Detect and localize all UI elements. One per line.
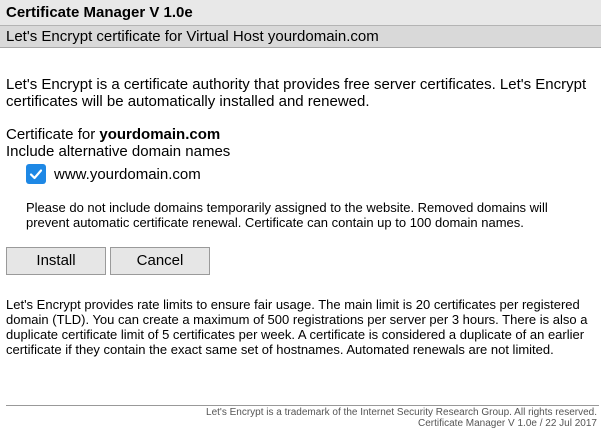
domain-note: Please do not include domains temporaril… <box>26 200 548 230</box>
footer-divider <box>6 405 599 406</box>
title-bar: Certificate Manager V 1.0e <box>0 0 601 26</box>
install-button[interactable]: Install <box>6 247 106 275</box>
check-icon <box>29 169 43 180</box>
alt-domain-label[interactable]: www.yourdomain.com <box>54 166 201 183</box>
rate-limits-text: Let's Encrypt provides rate limits to en… <box>6 297 588 357</box>
intro-text: Let's Encrypt is a certificate authority… <box>6 76 587 110</box>
certificate-for-line: Certificate for yourdomain.com <box>6 126 220 143</box>
footer: Let's Encrypt is a trademark of the Inte… <box>206 407 597 429</box>
certificate-domain: yourdomain.com <box>99 126 221 143</box>
cancel-button[interactable]: Cancel <box>110 247 210 275</box>
footer-trademark: Let's Encrypt is a trademark of the Inte… <box>206 407 597 418</box>
page-subtitle: Let's Encrypt certificate for Virtual Ho… <box>6 28 379 45</box>
window-title: Certificate Manager V 1.0e <box>6 4 193 21</box>
alt-domain-checkbox[interactable] <box>26 164 46 184</box>
footer-version: Certificate Manager V 1.0e / 22 Jul 2017 <box>418 418 597 429</box>
alternative-domains-label: Include alternative domain names <box>6 143 231 160</box>
subtitle-bar: Let's Encrypt certificate for Virtual Ho… <box>0 26 601 48</box>
certificate-for-label: Certificate for <box>6 126 100 143</box>
certificate-manager-window: Certificate Manager V 1.0e Let's Encrypt… <box>0 0 601 432</box>
